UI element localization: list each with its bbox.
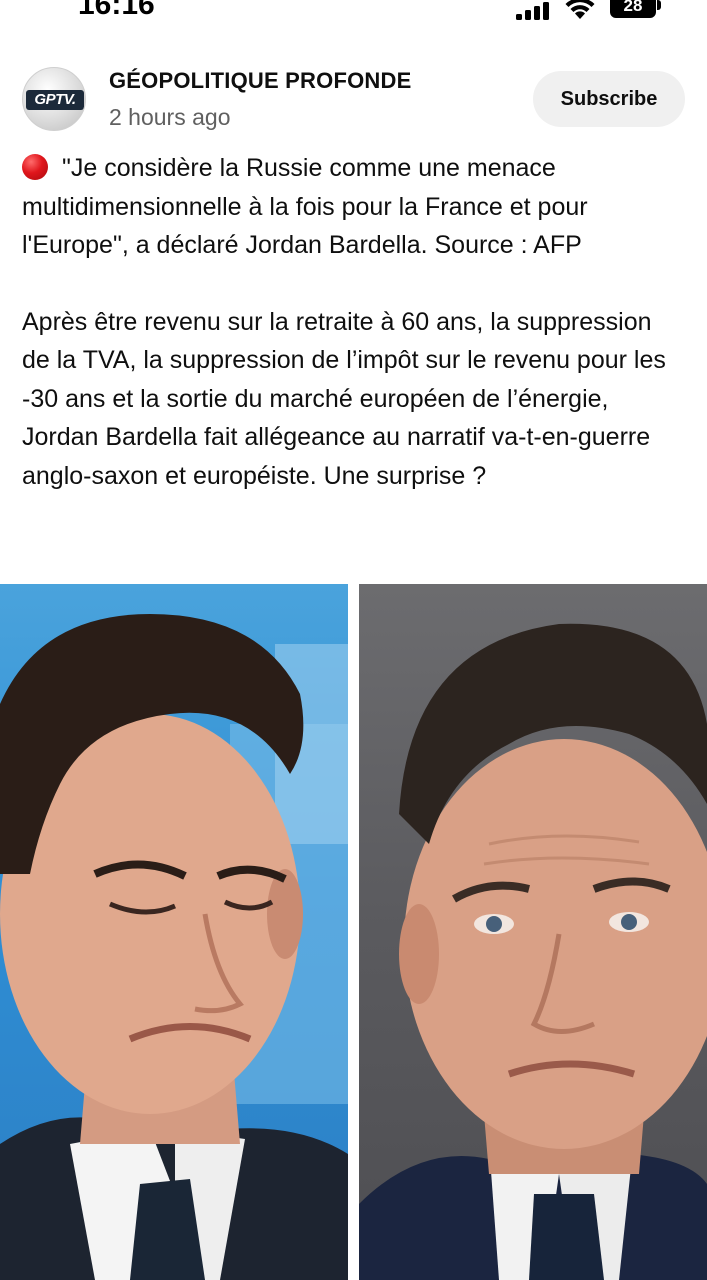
- channel-logo: GPTV.: [26, 90, 84, 110]
- left-portrait-photo: [0, 584, 348, 1280]
- status-bar: 16:16 28: [0, 0, 707, 26]
- wifi-icon: [565, 0, 595, 19]
- signal-icon: [516, 2, 549, 20]
- battery-icon: 28: [610, 0, 656, 18]
- post-paragraph-quote: "Je considère la Russie comme une menace…: [22, 149, 682, 265]
- post-image[interactable]: [0, 584, 707, 1280]
- right-portrait-photo: [359, 584, 707, 1280]
- battery-level: 28: [623, 0, 643, 15]
- status-time: 16:16: [78, 0, 155, 21]
- post-paragraph-commentary: Après être revenu sur la retraite à 60 a…: [22, 307, 666, 490]
- left-portrait-illustration: [0, 614, 348, 1280]
- right-portrait-illustration: [359, 623, 707, 1280]
- channel-avatar[interactable]: GPTV.: [22, 67, 86, 131]
- post-paragraph-quote-text: "Je considère la Russie comme une menace…: [22, 154, 588, 259]
- subscribe-button[interactable]: Subscribe: [533, 71, 685, 127]
- channel-name[interactable]: GÉOPOLITIQUE PROFONDE: [109, 68, 411, 94]
- post-body: "Je considère la Russie comme une menace…: [22, 149, 682, 495]
- post-page: 16:16 28 GPTV. GÉOPOLITIQUE PROFONDE 2 h…: [0, 0, 707, 1280]
- battery-tip: [657, 0, 661, 10]
- red-circle-icon: [22, 154, 48, 180]
- post-time: 2 hours ago: [109, 104, 231, 130]
